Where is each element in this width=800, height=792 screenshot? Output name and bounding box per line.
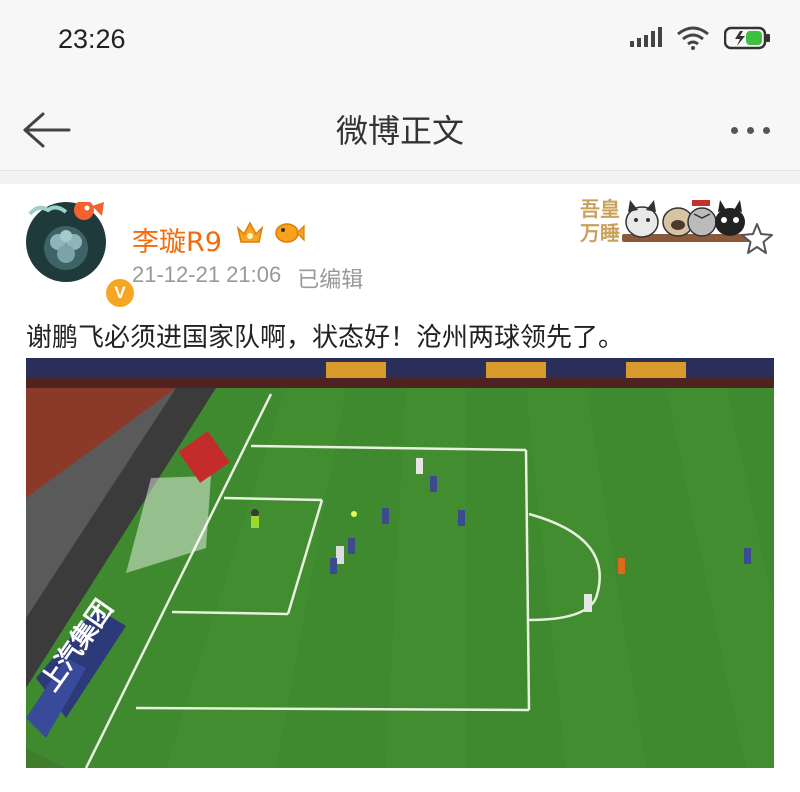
more-dot — [762, 126, 770, 134]
post-date: 21-12-21 21:06 — [132, 262, 282, 287]
more-dot — [746, 126, 754, 134]
more-button[interactable] — [718, 102, 782, 158]
crown-badge-icon[interactable] — [235, 218, 265, 248]
post-card: V 李璇R9 21-12-21 21:06 已编辑 吾皇 万睡 谢鹏飞必须进国家… — [0, 184, 800, 792]
post-meta: 21-12-21 21:06 已编辑 — [132, 262, 363, 294]
signal-icon — [630, 27, 662, 47]
post-content: 谢鹏飞必须进国家队啊，状态好！沧州两球领先了。 — [26, 323, 625, 353]
status-time: 23:26 — [58, 24, 126, 54]
status-bar: 23:26 — [0, 0, 800, 88]
svg-text:吾皇: 吾皇 — [580, 197, 620, 221]
more-dot — [730, 126, 738, 134]
avatar[interactable]: V — [26, 200, 136, 309]
cat-sticker-image: 吾皇 万睡 — [579, 197, 750, 245]
status-icons — [630, 26, 772, 50]
battery-icon — [724, 26, 770, 50]
user-badges — [235, 218, 305, 248]
wifi-icon — [677, 26, 709, 50]
edited-label[interactable]: 已编辑 — [297, 262, 363, 294]
post-video-thumbnail[interactable]: 上汽集团 — [26, 358, 774, 768]
fish-badge-icon[interactable] — [273, 218, 305, 248]
avatar-image — [26, 200, 106, 282]
favorite-star-icon[interactable] — [740, 222, 774, 256]
nav-bar: 微博正文 — [0, 88, 800, 171]
svg-text:万睡: 万睡 — [579, 221, 620, 245]
author-name[interactable]: 李璇R9 — [132, 220, 222, 259]
page-title: 微博正文 — [335, 112, 464, 150]
